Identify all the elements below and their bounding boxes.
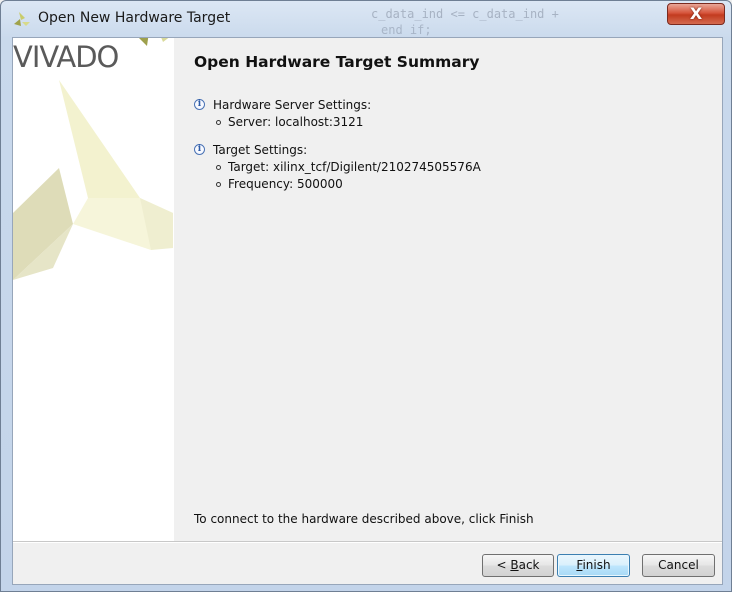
- window-title: Open New Hardware Target: [38, 10, 231, 26]
- bullet-icon: [216, 165, 221, 170]
- info-icon: i: [194, 99, 205, 110]
- summary-panel: Open Hardware Target Summary i Hardware …: [174, 38, 722, 541]
- page-title: Open Hardware Target Summary: [194, 53, 480, 71]
- back-button-prefix: <: [496, 558, 511, 572]
- close-button[interactable]: X: [667, 3, 725, 25]
- vivado-app-icon: [14, 12, 30, 26]
- bullet-icon: [216, 182, 221, 187]
- vivado-decorative-graphic: [13, 80, 173, 280]
- dialog-window: Open New Hardware Target c_data_ind <= c…: [0, 0, 732, 592]
- footer-divider: [13, 541, 722, 543]
- finish-button-rest: inish: [582, 558, 611, 572]
- back-button-rest: ack: [518, 558, 540, 572]
- cancel-button[interactable]: Cancel: [642, 554, 715, 577]
- bullet-icon: [216, 120, 221, 125]
- target-value: Target: xilinx_tcf/Digilent/210274505576…: [228, 160, 481, 174]
- side-banner: VIVADO: [13, 38, 174, 541]
- section-label: Target Settings:: [213, 143, 308, 157]
- finish-instruction: To connect to the hardware described abo…: [194, 512, 534, 526]
- frequency-value: Frequency: 500000: [228, 177, 343, 191]
- info-icon: i: [194, 144, 205, 155]
- vivado-logo: VIVADO: [13, 38, 169, 74]
- close-icon: X: [689, 4, 703, 23]
- background-code-line: end if;: [381, 23, 432, 37]
- section-label: Hardware Server Settings:: [213, 98, 372, 112]
- vivado-logo-text: VIVADO: [13, 40, 119, 74]
- dialog-body: VIVADO Open Hardware Target Summary i Ha…: [12, 37, 723, 585]
- back-button[interactable]: < Back: [482, 554, 554, 577]
- finish-button[interactable]: Finish: [557, 554, 630, 577]
- back-button-mnemonic: B: [510, 558, 519, 572]
- title-bar[interactable]: Open New Hardware Target c_data_ind <= c…: [1, 1, 731, 37]
- server-value: Server: localhost:3121: [228, 115, 364, 129]
- background-code-line: c_data_ind <= c_data_ind +: [371, 7, 559, 21]
